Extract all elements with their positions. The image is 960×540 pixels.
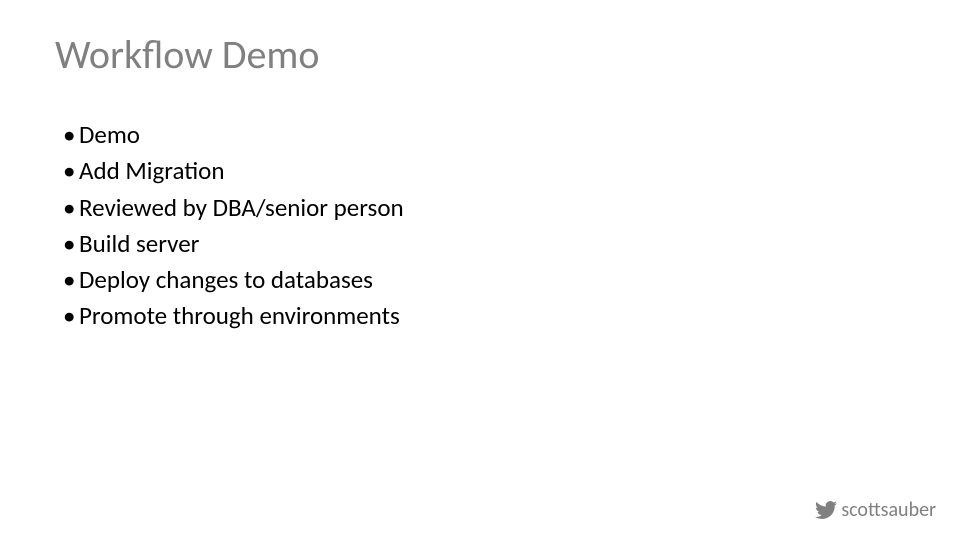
slide-footer: scottsauber xyxy=(815,498,936,522)
bullet-item: Build server xyxy=(63,226,905,262)
twitter-icon xyxy=(815,499,837,521)
slide-container: Workflow Demo Demo Add Migration Reviewe… xyxy=(0,0,960,540)
slide-title: Workflow Demo xyxy=(55,30,905,79)
bullet-item: Deploy changes to databases xyxy=(63,262,905,298)
bullet-item: Reviewed by DBA/senior person xyxy=(63,190,905,226)
footer-handle: scottsauber xyxy=(841,498,936,522)
bullet-item: Promote through environments xyxy=(63,298,905,334)
bullet-item: Demo xyxy=(63,117,905,153)
bullet-item: Add Migration xyxy=(63,153,905,189)
bullet-list: Demo Add Migration Reviewed by DBA/senio… xyxy=(55,117,905,335)
